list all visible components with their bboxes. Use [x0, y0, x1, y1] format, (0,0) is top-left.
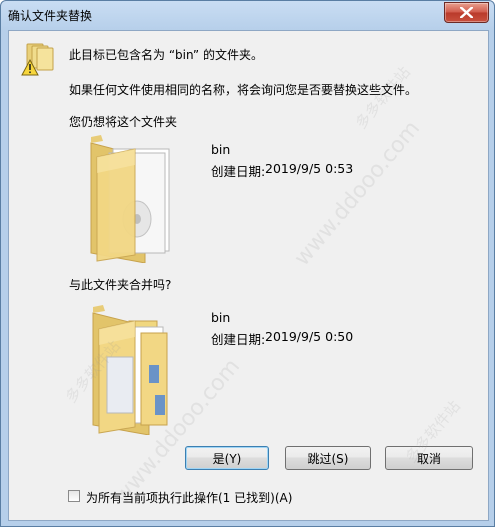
message-line-3: 您仍想将这个文件夹	[69, 115, 178, 129]
dialog-window: 确认文件夹替换 此目标已包含名为 “bin” 的文件夹。 如果任何文件使用相同的…	[0, 0, 495, 527]
window-title: 确认文件夹替换	[8, 9, 93, 23]
skip-button[interactable]: 跳过(S)	[285, 446, 371, 470]
source-created-value: 2019/9/5 0:50	[265, 329, 354, 344]
close-icon	[460, 7, 473, 18]
message-line-2: 如果任何文件使用相同的名称，将会询问您是否要替换这些文件。	[69, 83, 418, 97]
target-created-label: 创建日期:	[211, 164, 266, 179]
source-created-label: 创建日期:	[211, 332, 266, 347]
watermark-url: www.ddooo.com	[289, 116, 426, 271]
source-folder-name: bin	[211, 310, 231, 325]
message-line-4: 与此文件夹合并吗?	[69, 278, 172, 292]
folder-warning-icon	[21, 43, 54, 76]
title-bar[interactable]: 确认文件夹替换	[1, 1, 494, 29]
message-line-1: 此目标已包含名为 “bin” 的文件夹。	[69, 48, 263, 62]
target-folder-icon[interactable]	[87, 135, 179, 263]
dialog-content: 此目标已包含名为 “bin” 的文件夹。 如果任何文件使用相同的名称，将会询问您…	[8, 30, 489, 521]
close-button[interactable]	[444, 2, 489, 23]
target-folder-name: bin	[211, 142, 231, 157]
apply-to-all-checkbox[interactable]	[68, 490, 80, 502]
target-created-value: 2019/9/5 0:53	[265, 161, 354, 176]
yes-button[interactable]: 是(Y)	[185, 446, 269, 470]
